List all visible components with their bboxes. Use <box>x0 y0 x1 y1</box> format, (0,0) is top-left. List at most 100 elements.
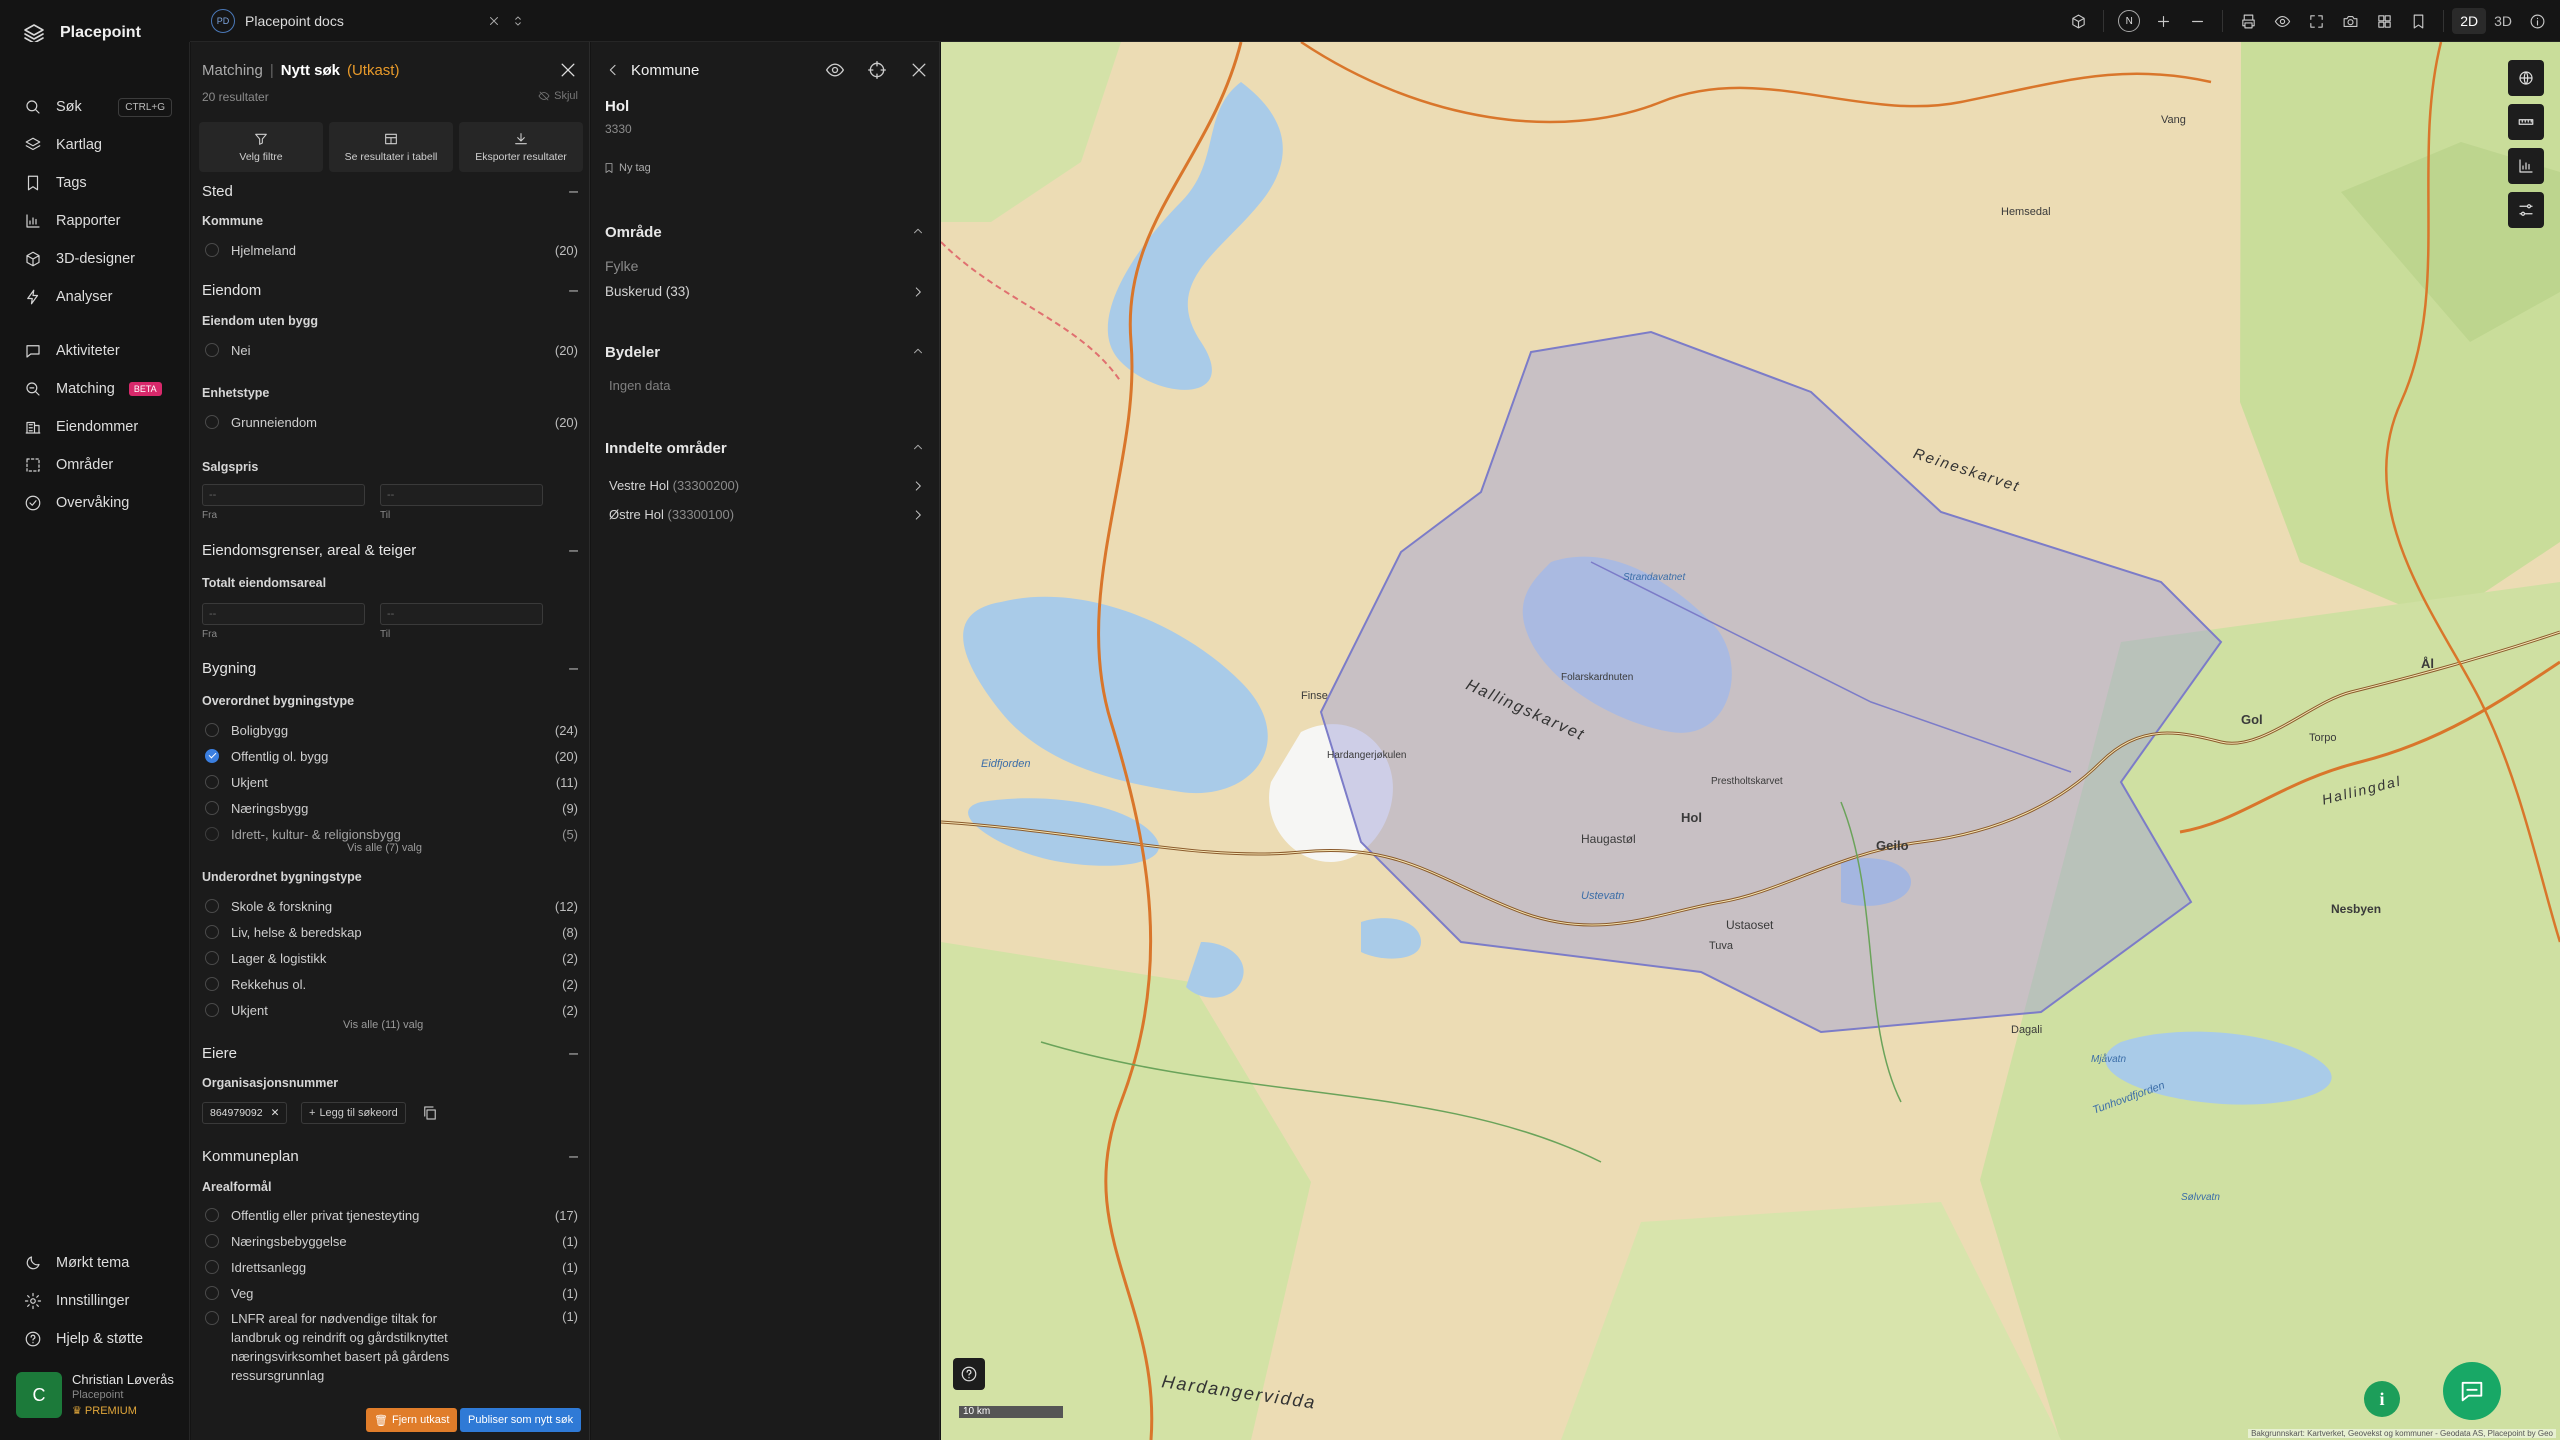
checkbox[interactable] <box>205 723 219 737</box>
view-button[interactable] <box>2265 0 2299 42</box>
collapse-icon[interactable]: – <box>569 542 578 560</box>
list-item[interactable]: Vestre Hol (33300200) <box>609 478 925 493</box>
section-sted[interactable]: Sted – <box>202 183 578 201</box>
export-button[interactable]: Eksporter resultater <box>459 122 583 172</box>
filter-option[interactable]: Idrett-, kultur- & religionsbygg (5) <box>205 824 578 844</box>
chevron-left-icon[interactable] <box>605 62 621 78</box>
checkbox[interactable] <box>205 827 219 841</box>
sidebar-item-eiendommer[interactable]: Eiendommer <box>0 408 190 446</box>
checkbox[interactable] <box>205 243 219 257</box>
filter-option[interactable]: Lager & logistikk (2) <box>205 948 578 968</box>
map-stats-button[interactable] <box>2508 148 2544 184</box>
map-measure-button[interactable] <box>2508 104 2544 140</box>
checkbox[interactable] <box>205 977 219 991</box>
section-eiere[interactable]: Eiere – <box>202 1045 578 1063</box>
filter-option[interactable]: Skole & forskning (12) <box>205 896 578 916</box>
target-icon[interactable] <box>867 60 887 80</box>
sidebar-item-matching[interactable]: Matching BETA <box>0 370 190 408</box>
area-to-input[interactable]: -- <box>380 603 543 625</box>
document-tab[interactable]: PD Placepoint docs <box>203 6 533 36</box>
publish-button[interactable]: Publiser som nytt søk <box>460 1408 582 1432</box>
fullscreen-button[interactable] <box>2299 0 2333 42</box>
checkbox[interactable] <box>205 951 219 965</box>
table-view-button[interactable]: Se resultater i tabell <box>329 122 453 172</box>
map-canvas[interactable]: Hol Geilo Ustaoset Haugastøl Hallingskar… <box>941 42 2560 1440</box>
filter-option[interactable]: LNFR areal for nødvendige tiltak for lan… <box>205 1309 578 1389</box>
map-help-button[interactable] <box>953 1358 985 1390</box>
choose-filters-button[interactable]: Velg filtre <box>199 122 323 172</box>
sidebar-item-analyser[interactable]: Analyser <box>0 278 190 316</box>
map-layers-button[interactable] <box>2508 60 2544 96</box>
map-settings-button[interactable] <box>2508 192 2544 228</box>
section-omrade[interactable]: Område <box>605 224 925 241</box>
hide-button[interactable]: Skjul <box>538 90 578 102</box>
filter-option[interactable]: Boligbygg (24) <box>205 720 578 740</box>
add-keyword-button[interactable]: + Legg til søkeord <box>301 1102 406 1124</box>
close-icon[interactable] <box>909 60 929 80</box>
remove-chip-icon[interactable]: ✕ <box>271 1107 280 1119</box>
bookmark-button[interactable] <box>2401 0 2435 42</box>
filter-option[interactable]: Hjelmeland (20) <box>205 240 578 260</box>
fylke-row[interactable]: Buskerud (33) <box>605 284 925 299</box>
breadcrumb[interactable]: Matching <box>202 62 263 79</box>
sidebar-item-overvaking[interactable]: Overvåking <box>0 484 190 522</box>
user-profile[interactable]: C Christian Løverås Placepoint ♛ PREMIUM <box>16 1372 186 1434</box>
sidebar-item-3d-designer[interactable]: 3D-designer <box>0 240 190 278</box>
checkbox[interactable] <box>205 343 219 357</box>
support-chat-button[interactable] <box>2443 1362 2501 1420</box>
collapse-icon[interactable]: – <box>569 1045 578 1063</box>
layers-3d-button[interactable] <box>2061 0 2095 42</box>
show-all-link[interactable]: Vis alle (11) valg <box>343 1019 423 1031</box>
sidebar-item-search[interactable]: Søk CTRL+G <box>0 88 190 126</box>
checkbox[interactable] <box>205 1311 219 1325</box>
sidebar-item-dark-theme[interactable]: Mørkt tema <box>0 1244 190 1282</box>
collapse-icon[interactable]: – <box>569 660 578 678</box>
map-info-button[interactable]: i <box>2364 1381 2400 1417</box>
sidebar-item-rapporter[interactable]: Rapporter <box>0 202 190 240</box>
filter-option[interactable]: Rekkehus ol. (2) <box>205 974 578 994</box>
section-inndelte[interactable]: Inndelte områder <box>605 440 925 457</box>
sidebar-item-tags[interactable]: Tags <box>0 164 190 202</box>
filter-option[interactable]: Næringsbebyggelse (1) <box>205 1231 578 1251</box>
filter-option[interactable]: Idrettsanlegg (1) <box>205 1257 578 1277</box>
checkbox[interactable] <box>205 1286 219 1300</box>
grid-button[interactable] <box>2367 0 2401 42</box>
info-button[interactable] <box>2520 0 2554 42</box>
filter-option[interactable]: Offentlig ol. bygg (20) <box>205 746 578 766</box>
copy-icon[interactable] <box>421 1104 439 1122</box>
sidebar-item-aktiviteter[interactable]: Aktiviteter <box>0 332 190 370</box>
show-all-link[interactable]: Vis alle (7) valg <box>347 842 422 854</box>
checkbox-checked[interactable] <box>205 749 219 763</box>
collapse-icon[interactable]: – <box>569 1148 578 1166</box>
zoom-in-button[interactable] <box>2146 0 2180 42</box>
checkbox[interactable] <box>205 775 219 789</box>
filter-option[interactable]: Ukjent (11) <box>205 772 578 792</box>
collapse-icon[interactable]: – <box>569 183 578 201</box>
list-item[interactable]: Østre Hol (33300100) <box>609 507 925 522</box>
section-bygning[interactable]: Bygning – <box>202 660 578 678</box>
new-tag-button[interactable]: Ny tag <box>603 162 651 174</box>
section-eiendomsgrenser[interactable]: Eiendomsgrenser, areal & teiger – <box>202 542 578 560</box>
checkbox[interactable] <box>205 1208 219 1222</box>
checkbox[interactable] <box>205 415 219 429</box>
zoom-out-button[interactable] <box>2180 0 2214 42</box>
checkbox[interactable] <box>205 899 219 913</box>
filter-option[interactable]: Liv, helse & beredskap (8) <box>205 922 578 942</box>
screenshot-button[interactable] <box>2333 0 2367 42</box>
compass-button[interactable]: N <box>2112 0 2146 42</box>
filter-option[interactable]: Grunneiendom (20) <box>205 412 578 432</box>
area-from-input[interactable]: -- <box>202 603 365 625</box>
remove-draft-button[interactable]: 🗑 Fjern utkast <box>366 1408 458 1432</box>
section-kommuneplan[interactable]: Kommuneplan – <box>202 1148 578 1166</box>
filter-option[interactable]: Offentlig eller privat tjenesteyting (17) <box>205 1205 578 1225</box>
chevron-up-icon[interactable] <box>911 440 925 454</box>
checkbox[interactable] <box>205 1260 219 1274</box>
print-button[interactable] <box>2231 0 2265 42</box>
chevron-updown-icon[interactable] <box>511 14 525 28</box>
chevron-up-icon[interactable] <box>911 224 925 238</box>
filter-option[interactable]: Nei (20) <box>205 340 578 360</box>
filter-option[interactable]: Ukjent (2) <box>205 1000 578 1020</box>
eye-icon[interactable] <box>825 60 845 80</box>
mode-2d-button[interactable]: 2D <box>2452 8 2487 34</box>
checkbox[interactable] <box>205 801 219 815</box>
